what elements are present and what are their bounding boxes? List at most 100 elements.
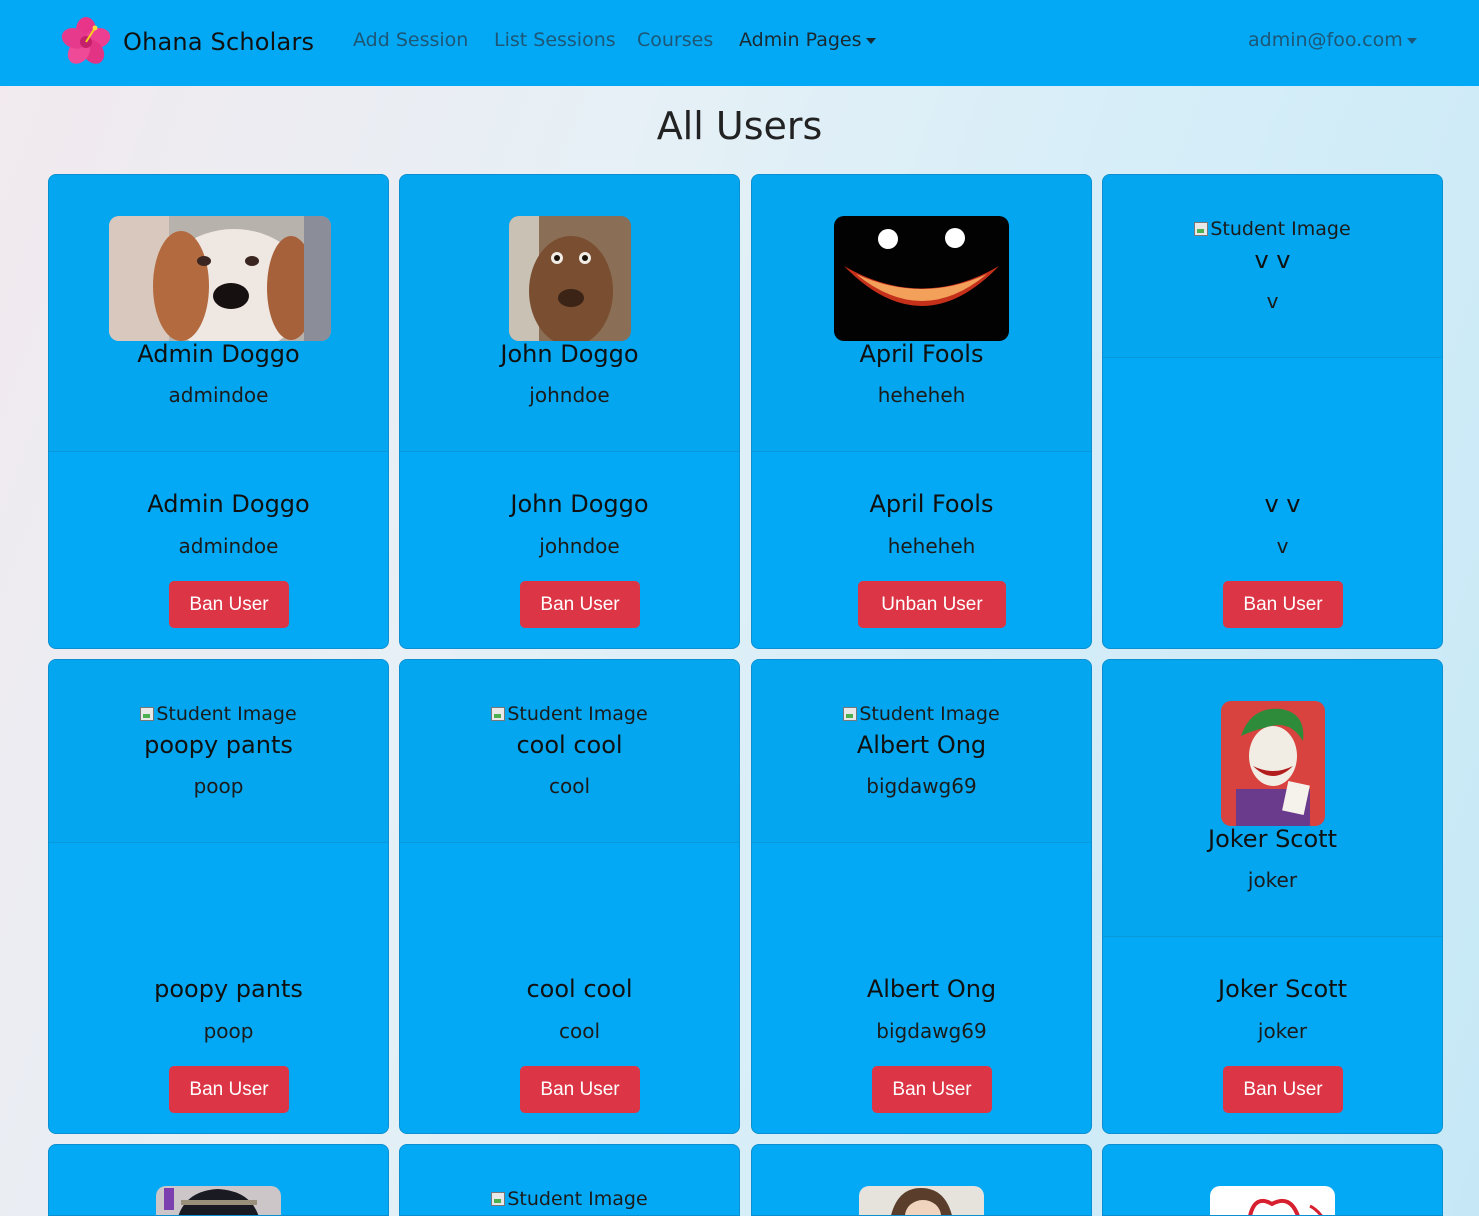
user-card: Joker Scott joker Joker Scott joker Ban … [1102, 659, 1443, 1134]
user-photo [834, 216, 1009, 341]
user-photo [109, 216, 331, 341]
user-card: Student Image poopy pants poop poopy pan… [48, 659, 389, 1134]
user-card: John Doggo johndoe John Doggo johndoe Ba… [399, 174, 740, 649]
brand[interactable]: Ohana Scholars [60, 16, 314, 68]
card-header: Student Image poopy pants poop [49, 660, 388, 843]
ban-user-button[interactable]: Ban User [1223, 1066, 1343, 1113]
dog-photo-icon [109, 216, 331, 341]
nav-admin-pages-dropdown[interactable]: Admin Pages [739, 29, 876, 51]
user-username: bigdawg69 [866, 774, 977, 798]
broken-image-icon [491, 707, 506, 721]
ban-user-button[interactable]: Ban User [520, 581, 640, 628]
person-photo-icon [859, 1186, 984, 1215]
user-photo-broken: Student Image [752, 703, 1091, 725]
user-name: v v [1264, 490, 1301, 518]
user-username: heheheh [887, 534, 976, 558]
broken-image-icon [140, 707, 155, 721]
image-alt-text: Student Image [507, 703, 648, 725]
user-name: Admin Doggo [147, 490, 310, 518]
user-name: Joker Scott [1208, 825, 1337, 853]
user-card: Student Image Albert Ong bigdawg69 Alber… [751, 659, 1092, 1134]
user-username: v [1266, 289, 1279, 313]
user-card: April Fools heheheh April Fools heheheh … [751, 174, 1092, 649]
user-username: bigdawg69 [876, 1019, 987, 1043]
card-header: April Fools heheheh [752, 175, 1091, 452]
user-username: cool [558, 1019, 601, 1043]
user-username: admindoe [178, 534, 279, 558]
image-alt-text: Student Image [507, 1188, 648, 1210]
user-name: cool cool [516, 731, 623, 759]
user-name: Admin Doggo [137, 340, 300, 368]
ban-user-button[interactable]: Ban User [169, 581, 289, 628]
user-name: cool cool [526, 975, 633, 1003]
admin-pages-label: Admin Pages [739, 29, 862, 51]
ban-user-button[interactable]: Ban User [520, 1066, 640, 1113]
user-photo-broken: Student Image [400, 703, 739, 725]
ban-user-button[interactable]: Ban User [1223, 581, 1343, 628]
user-photo [1221, 701, 1325, 826]
user-photo [156, 1186, 281, 1215]
chevron-down-icon [1406, 37, 1417, 44]
user-photo-broken: Student Image [400, 1188, 739, 1210]
image-alt-text: Student Image [859, 703, 1000, 725]
chevron-down-icon [865, 37, 876, 44]
ban-user-button[interactable]: Ban User [169, 1066, 289, 1113]
nav-add-session[interactable]: Add Session [353, 29, 468, 51]
user-card [751, 1144, 1092, 1216]
card-header: Student Image cool cool cool [400, 660, 739, 843]
image-alt-text: Student Image [156, 703, 297, 725]
broken-image-icon [1194, 222, 1209, 236]
user-name: v v [1254, 246, 1291, 274]
user-name: John Doggo [510, 490, 649, 518]
user-username: poop [203, 1019, 254, 1043]
user-name: Albert Ong [866, 975, 997, 1003]
navbar: Ohana Scholars Add Session List Sessions… [0, 0, 1479, 86]
card-header: Student Image Albert Ong bigdawg69 [752, 660, 1091, 843]
user-photo [1210, 1186, 1335, 1215]
user-username: v [1276, 534, 1289, 558]
user-username: johndoe [539, 534, 620, 558]
card-header: Joker Scott joker [1103, 660, 1442, 937]
user-username: joker [1257, 1019, 1308, 1043]
broken-image-icon [843, 707, 858, 721]
user-name: poopy pants [144, 731, 293, 759]
nav-list-sessions[interactable]: List Sessions [494, 29, 616, 51]
user-photo-broken: Student Image [49, 703, 388, 725]
user-card: Admin Doggo admindoe Admin Doggo admindo… [48, 174, 389, 649]
heart-logo-photo-icon [1210, 1186, 1335, 1215]
unban-user-button[interactable]: Unban User [858, 581, 1006, 628]
creepy-smile-photo-icon [834, 216, 1009, 341]
ban-user-button[interactable]: Ban User [872, 1066, 992, 1113]
user-name: April Fools [869, 490, 994, 518]
user-card: Student Image [399, 1144, 740, 1216]
user-username: heheheh [877, 383, 966, 407]
user-menu-dropdown[interactable]: admin@foo.com [1248, 29, 1417, 51]
broken-image-icon [491, 1192, 506, 1206]
user-photo-broken: Student Image [1103, 218, 1442, 240]
page-title: All Users [656, 104, 823, 148]
user-card: Student Image cool cool cool cool cool c… [399, 659, 740, 1134]
user-photo [509, 216, 631, 341]
card-header: Admin Doggo admindoe [49, 175, 388, 452]
hibiscus-logo-icon [61, 17, 111, 64]
card-header: John Doggo johndoe [400, 175, 739, 452]
image-alt-text: Student Image [1210, 218, 1351, 240]
user-name: Joker Scott [1218, 975, 1347, 1003]
user-username: johndoe [529, 383, 610, 407]
joker-photo-icon [1221, 701, 1325, 826]
brand-name: Ohana Scholars [123, 28, 315, 56]
user-name: April Fools [859, 340, 984, 368]
card-header: Student Image v v v [1103, 175, 1442, 358]
user-username: admindoe [168, 383, 269, 407]
dog-photo-icon [509, 216, 631, 341]
user-username: joker [1247, 868, 1298, 892]
user-name: John Doggo [500, 340, 639, 368]
person-photo-icon [156, 1186, 281, 1215]
nav-courses[interactable]: Courses [637, 29, 713, 51]
user-photo [859, 1186, 984, 1215]
user-card [1102, 1144, 1443, 1216]
user-name: Albert Ong [856, 731, 987, 759]
user-card: Student Image v v v v v v Ban User [1102, 174, 1443, 649]
user-username: poop [193, 774, 244, 798]
user-email-label: admin@foo.com [1248, 29, 1403, 51]
